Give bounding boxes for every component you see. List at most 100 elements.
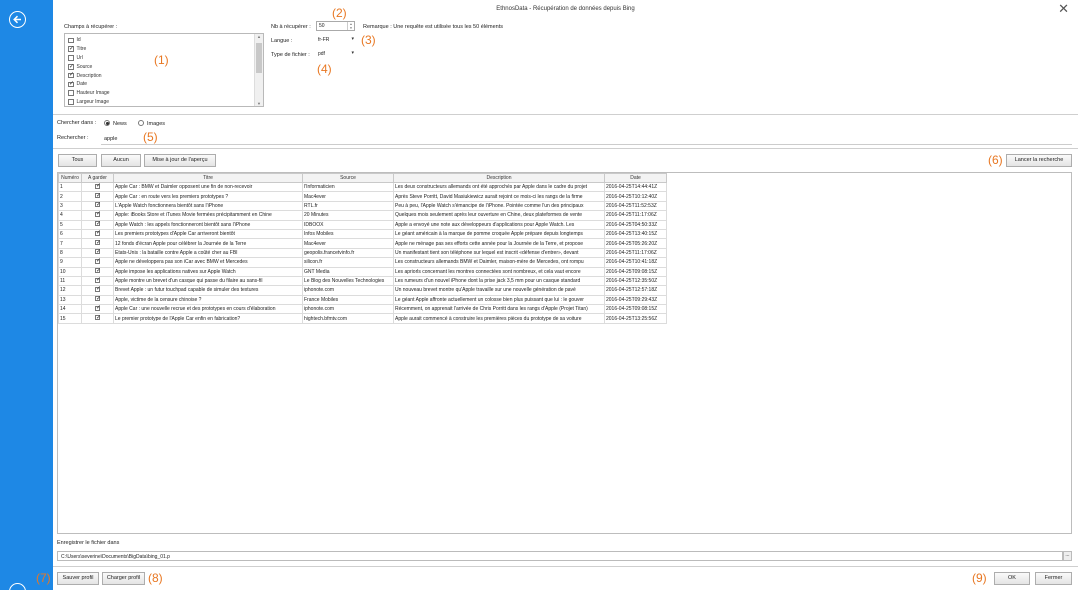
column-header[interactable]: Numéro — [58, 173, 82, 183]
keep-checkbox[interactable] — [95, 221, 101, 227]
cell-keep[interactable] — [81, 247, 114, 259]
keep-checkbox[interactable] — [95, 184, 101, 189]
column-header[interactable]: Date — [604, 173, 667, 183]
save-path-input[interactable]: C:\Users\severine\Documents\BigData\bing… — [57, 551, 1063, 561]
table-row[interactable]: 5 Apple Watch : les appels fonctionneront… — [58, 219, 667, 230]
settings-icon[interactable] — [9, 583, 26, 590]
field-checkbox[interactable] — [68, 90, 74, 96]
field-item[interactable]: Largeur Image — [68, 98, 260, 107]
browse-button[interactable]: ... — [1063, 551, 1072, 561]
keep-checkbox[interactable] — [95, 240, 101, 246]
field-checkbox[interactable] — [68, 99, 74, 105]
field-checkbox[interactable] — [68, 71, 74, 79]
column-header[interactable]: A garder — [81, 173, 114, 183]
table-row[interactable]: 13 Apple, victime de la censure chinoise … — [58, 294, 667, 306]
field-item[interactable]: Date — [68, 80, 260, 89]
update-preview-button[interactable]: Mise à jour de l'aperçu — [144, 154, 216, 167]
field-item[interactable]: Description — [68, 71, 260, 80]
field-checkbox[interactable] — [68, 37, 74, 44]
cell-keep[interactable] — [81, 304, 114, 315]
save-profile-button[interactable]: Sauver profil — [57, 572, 99, 585]
back-arrow-icon[interactable] — [9, 11, 26, 28]
cell-keep[interactable] — [81, 191, 114, 202]
cell-keep[interactable] — [81, 257, 114, 268]
cell-keep[interactable] — [81, 313, 114, 324]
column-header[interactable]: Source — [302, 173, 394, 183]
scroll-thumb[interactable] — [256, 43, 262, 73]
ok-button[interactable]: OK — [994, 572, 1030, 585]
column-header[interactable]: Description — [393, 173, 605, 183]
cell-keep[interactable] — [81, 285, 114, 296]
scroll-down-icon[interactable]: ▼ — [257, 101, 261, 106]
select-none-button[interactable]: Aucun — [101, 154, 141, 167]
keep-checkbox[interactable] — [95, 212, 101, 217]
column-header[interactable]: Titre — [113, 173, 303, 183]
search-input[interactable]: apple — [101, 133, 1072, 145]
table-row[interactable]: 15 Le premier prototype de l'Apple Car en… — [58, 313, 667, 324]
scroll-up-icon[interactable]: ▲ — [257, 34, 261, 39]
table-header: Numéro A garder Titre Source Description Date — [58, 173, 667, 183]
cell-keep[interactable] — [81, 294, 114, 306]
table-row[interactable]: 12 Brevet Apple : un futur touchpad capab… — [58, 285, 667, 296]
cell-keep[interactable] — [81, 266, 114, 277]
table-row[interactable]: 3 L'Apple Watch fonctionnera bientôt sans… — [58, 200, 667, 212]
cell-keep[interactable] — [81, 238, 114, 249]
cell-keep[interactable] — [81, 219, 114, 230]
cell-keep[interactable] — [81, 275, 114, 287]
table-row[interactable]: 7 12 fonds d'écran Apple pour célébrer la… — [58, 238, 667, 249]
field-checkbox[interactable] — [68, 63, 74, 70]
table-row[interactable]: 9 Apple ne développera pas son iCar avec … — [58, 257, 667, 268]
keep-checkbox[interactable] — [95, 202, 101, 208]
keep-checkbox[interactable] — [95, 249, 101, 255]
cell-title: Apple impose les applications natives su… — [113, 266, 303, 277]
spin-down-icon[interactable]: ▼ — [348, 26, 354, 30]
table-row[interactable]: 14 Apple Car : une nouvelle recrue et des… — [58, 304, 667, 315]
load-profile-button[interactable]: Charger profil — [102, 572, 145, 585]
field-checkbox[interactable] — [68, 55, 74, 61]
cell-title: L'Apple Watch fonctionnera bientôt sans … — [113, 200, 303, 212]
table-row[interactable]: 10 Apple impose les applications natives … — [58, 266, 667, 277]
field-item[interactable]: Id — [68, 36, 260, 45]
cell-keep[interactable] — [81, 210, 114, 221]
search-value: apple — [104, 136, 118, 142]
cell-keep[interactable] — [81, 200, 114, 212]
count-spinner[interactable]: 50 ▲ ▼ — [316, 21, 355, 31]
select-all-button[interactable]: Tous — [58, 154, 97, 167]
keep-checkbox[interactable] — [95, 193, 101, 199]
cell-description: Un manifestant tient son téléphone sur l… — [393, 247, 605, 259]
field-checkbox[interactable] — [68, 45, 74, 52]
filetype-select[interactable]: pdf ▾ — [316, 49, 355, 59]
results-table[interactable]: Numéro A garder Titre Source Description Date… — [57, 172, 1072, 534]
fields-scrollbar[interactable]: ▲ ▼ — [254, 34, 263, 106]
cell-description: Récemment, on apprenait l'arrivée de Chr… — [393, 304, 605, 315]
cell-keep[interactable] — [81, 228, 114, 240]
field-item[interactable]: Hauteur Image — [68, 89, 260, 98]
cell-keep[interactable] — [81, 181, 114, 193]
table-row[interactable]: 1 Apple Car : BMW et Daimler opposent une… — [58, 181, 667, 193]
radio-news[interactable] — [104, 120, 110, 126]
table-row[interactable]: 11 Apple montre un brevet d'un casque qui… — [58, 275, 667, 287]
launch-search-button[interactable]: Lancer la recherche — [1006, 154, 1072, 167]
table-row[interactable]: 2 Apple Car : en route vers les premiers … — [58, 191, 667, 202]
close-icon[interactable]: ✕ — [1058, 2, 1069, 15]
table-row[interactable]: 4 Apple: iBooks Store et iTunes Movie fer… — [58, 210, 667, 221]
fields-list[interactable]: Id TitreUrl Source Description Date Hauteur I… — [64, 33, 264, 107]
table-row[interactable]: 8 Etats-Unis : la bataille contre Apple a… — [58, 247, 667, 259]
keep-checkbox[interactable] — [95, 315, 101, 321]
close-button[interactable]: Fermer — [1035, 572, 1072, 585]
keep-checkbox[interactable] — [95, 268, 101, 274]
table-row[interactable]: 6 Les premiers prototypes d'Apple Car arr… — [58, 228, 667, 240]
cell-date: 2016-04-25T04:50:33Z — [604, 219, 667, 230]
cell-number: 7 — [58, 238, 82, 249]
field-checkbox[interactable] — [68, 80, 74, 88]
cell-title: Apple: iBooks Store et iTunes Movie ferm… — [113, 210, 303, 221]
keep-checkbox[interactable] — [95, 259, 101, 264]
keep-checkbox[interactable] — [95, 230, 101, 236]
keep-checkbox[interactable] — [95, 277, 101, 283]
filetype-value: pdf — [318, 51, 325, 57]
keep-checkbox[interactable] — [95, 296, 101, 302]
language-select[interactable]: fr-FR ▾ — [316, 35, 355, 45]
keep-checkbox[interactable] — [95, 306, 101, 311]
keep-checkbox[interactable] — [95, 287, 101, 292]
radio-images[interactable] — [138, 120, 144, 126]
